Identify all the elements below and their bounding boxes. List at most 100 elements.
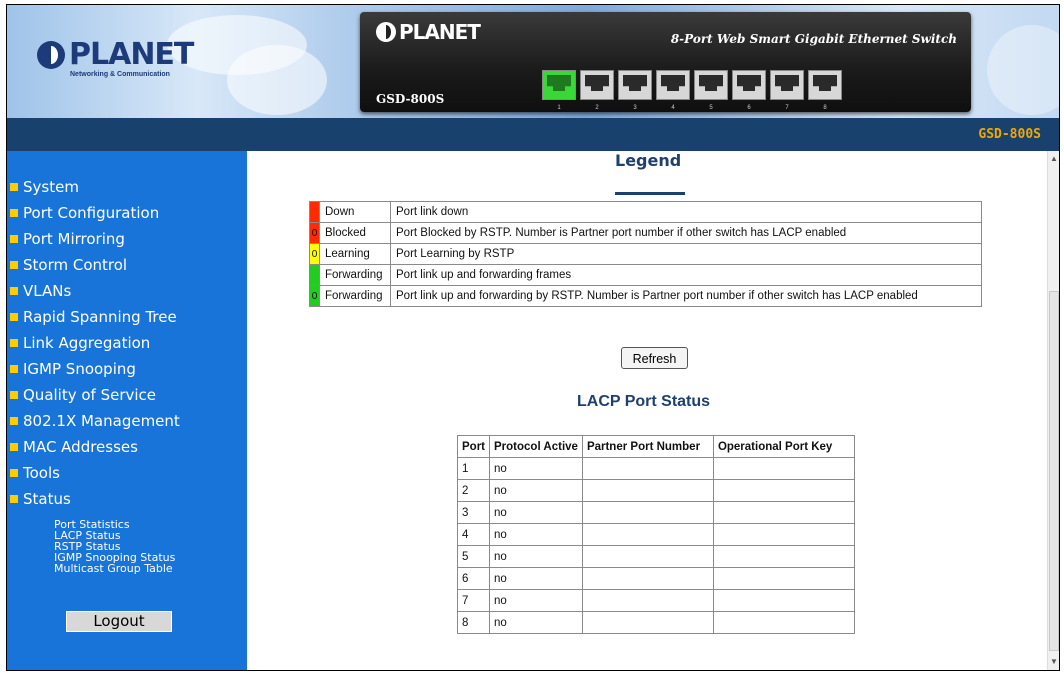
top-bar: GSD-800S bbox=[7, 118, 1059, 151]
port-4[interactable]: 4 bbox=[656, 70, 690, 111]
legend-swatch bbox=[309, 201, 320, 223]
cell-port: 4 bbox=[457, 523, 490, 546]
col-protocol-active: Protocol Active bbox=[489, 435, 583, 458]
sidebar-item-8021x-management[interactable]: 802.1X Management bbox=[10, 413, 180, 439]
sidebar-item-system[interactable]: System bbox=[10, 179, 180, 205]
bullet-icon bbox=[10, 183, 18, 191]
legend-row: 0 Blocked Port Blocked by RSTP. Number is … bbox=[309, 222, 982, 244]
legend-swatch: 0 bbox=[309, 222, 320, 244]
submenu-multicast-group-table[interactable]: Multicast Group Table bbox=[54, 563, 175, 574]
bullet-icon bbox=[10, 235, 18, 243]
col-operational-port-key: Operational Port Key bbox=[712, 435, 855, 458]
device-brand: PLANET bbox=[399, 20, 481, 44]
planet-logo-icon bbox=[37, 41, 65, 69]
cell-protocol-active: no bbox=[489, 457, 583, 480]
port-6[interactable]: 6 bbox=[732, 70, 766, 111]
table-row: 4 no bbox=[457, 523, 855, 546]
legend-swatch: 0 bbox=[309, 243, 320, 265]
refresh-button[interactable]: Refresh bbox=[621, 347, 688, 369]
cell-operational-port-key bbox=[712, 457, 855, 480]
port-3[interactable]: 3 bbox=[618, 70, 652, 111]
cell-protocol-active: no bbox=[489, 589, 583, 612]
port-1[interactable]: 1 bbox=[542, 70, 576, 111]
cell-partner-port-number bbox=[581, 567, 714, 590]
legend-label: Forwarding bbox=[319, 285, 391, 307]
legend-description: Port Learning by RSTP bbox=[390, 243, 982, 265]
cell-operational-port-key bbox=[712, 523, 855, 546]
sidebar-item-quality-of-service[interactable]: Quality of Service bbox=[10, 387, 180, 413]
logout-button[interactable]: Logout bbox=[66, 611, 172, 632]
legend-underline bbox=[615, 192, 685, 195]
legend-title: Legend bbox=[615, 151, 682, 170]
bullet-icon bbox=[10, 339, 18, 347]
scroll-thumb[interactable] bbox=[1049, 291, 1059, 651]
port-5[interactable]: 5 bbox=[694, 70, 728, 111]
sidebar-item-status[interactable]: Status bbox=[10, 491, 180, 517]
table-row: 3 no bbox=[457, 501, 855, 524]
cell-partner-port-number bbox=[581, 501, 714, 524]
cell-operational-port-key bbox=[712, 567, 855, 590]
port-7[interactable]: 7 bbox=[770, 70, 804, 111]
sidebar-item-igmp-snooping[interactable]: IGMP Snooping bbox=[10, 361, 180, 387]
cell-operational-port-key bbox=[712, 611, 855, 634]
main-content: Legend Down Port link down 0 Blocked Port Bl… bbox=[247, 151, 1047, 670]
legend-label: Down bbox=[319, 201, 391, 223]
device-logo-icon bbox=[376, 22, 396, 42]
cell-protocol-active: no bbox=[489, 501, 583, 524]
sidebar-item-port-mirroring[interactable]: Port Mirroring bbox=[10, 231, 180, 257]
cell-protocol-active: no bbox=[489, 523, 583, 546]
cell-port: 2 bbox=[457, 479, 490, 502]
cell-partner-port-number bbox=[581, 479, 714, 502]
device-description: 8-Port Web Smart Gigabit Ethernet Switch bbox=[670, 32, 957, 46]
cell-partner-port-number bbox=[581, 611, 714, 634]
legend-description: Port link up and forwarding by RSTP. Num… bbox=[390, 285, 982, 307]
col-port: Port bbox=[457, 435, 490, 458]
device-logo: PLANET bbox=[376, 20, 481, 44]
legend-label: Forwarding bbox=[319, 264, 391, 286]
bullet-icon bbox=[10, 391, 18, 399]
table-row: 2 no bbox=[457, 479, 855, 502]
scroll-down-icon[interactable]: ▼ bbox=[1048, 656, 1059, 668]
table-row: 1 no bbox=[457, 457, 855, 480]
bullet-icon bbox=[10, 365, 18, 373]
bullet-icon bbox=[10, 261, 18, 269]
legend-label: Blocked bbox=[319, 222, 391, 244]
cell-port: 6 bbox=[457, 567, 490, 590]
sidebar-item-link-aggregation[interactable]: Link Aggregation bbox=[10, 335, 180, 361]
scroll-up-icon[interactable]: ▲ bbox=[1048, 153, 1059, 165]
cell-partner-port-number bbox=[581, 457, 714, 480]
legend-description: Port Blocked by RSTP. Number is Partner … bbox=[390, 222, 982, 244]
legend-row: Forwarding Port link up and forwarding fr… bbox=[309, 264, 982, 286]
bullet-icon bbox=[10, 209, 18, 217]
cell-port: 3 bbox=[457, 501, 490, 524]
bullet-icon bbox=[10, 287, 18, 295]
cell-operational-port-key bbox=[712, 545, 855, 568]
brand-tagline: Networking & Communication bbox=[70, 71, 170, 78]
cell-operational-port-key bbox=[712, 589, 855, 612]
cell-port: 8 bbox=[457, 611, 490, 634]
bullet-icon bbox=[10, 443, 18, 451]
sidebar-item-mac-addresses[interactable]: MAC Addresses bbox=[10, 439, 180, 465]
cell-port: 1 bbox=[457, 457, 490, 480]
table-row: 6 no bbox=[457, 567, 855, 590]
sidebar-item-port-configuration[interactable]: Port Configuration bbox=[10, 205, 180, 231]
cell-operational-port-key bbox=[712, 479, 855, 502]
sidebar-item-vlans[interactable]: VLANs bbox=[10, 283, 180, 309]
brand-name: PLANET bbox=[69, 37, 194, 72]
legend-description: Port link up and forwarding frames bbox=[390, 264, 982, 286]
bullet-icon bbox=[10, 417, 18, 425]
device-model: GSD-800S bbox=[376, 92, 445, 106]
col-partner-port-number: Partner Port Number bbox=[581, 435, 714, 458]
cell-partner-port-number bbox=[581, 545, 714, 568]
sidebar-item-tools[interactable]: Tools bbox=[10, 465, 180, 491]
lacp-title: LACP Port Status bbox=[577, 393, 711, 410]
port-2[interactable]: 2 bbox=[580, 70, 614, 111]
port-8[interactable]: 8 bbox=[808, 70, 842, 111]
table-row: 8 no bbox=[457, 611, 855, 634]
sidebar-item-storm-control[interactable]: Storm Control bbox=[10, 257, 180, 283]
vertical-scrollbar[interactable]: ▲ ▼ bbox=[1047, 151, 1059, 670]
port-panel: 1 2 3 4 5 6 7 8 bbox=[542, 70, 842, 111]
bullet-icon bbox=[10, 313, 18, 321]
legend-label: Learning bbox=[319, 243, 391, 265]
sidebar-item-rapid-spanning-tree[interactable]: Rapid Spanning Tree bbox=[10, 309, 180, 335]
